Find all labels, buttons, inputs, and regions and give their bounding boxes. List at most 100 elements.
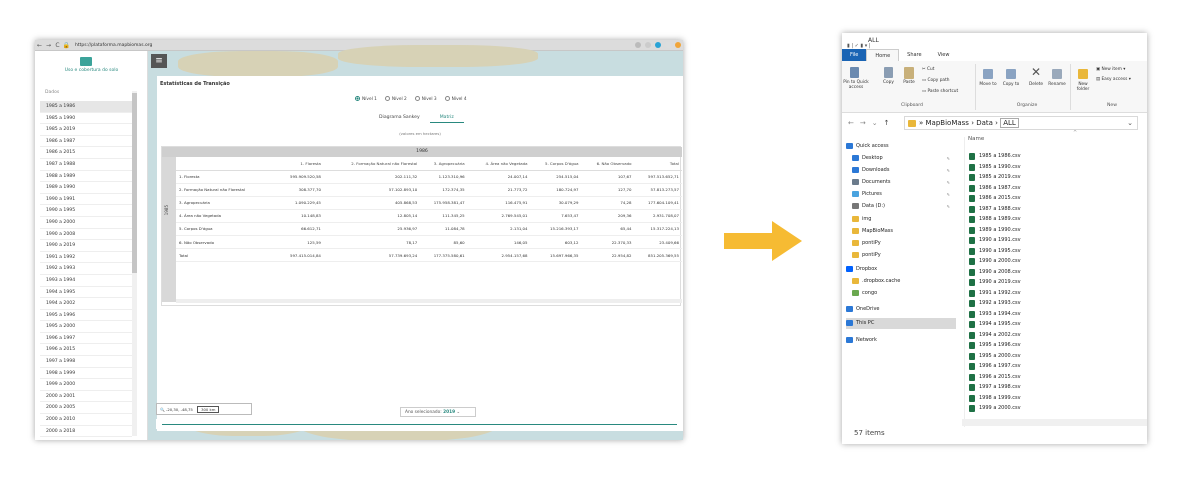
level-radio[interactable]: Nível 2 <box>384 96 407 102</box>
sidebar-item-year[interactable]: 1996 a 2015 <box>40 344 132 357</box>
radio-icon[interactable] <box>444 96 450 101</box>
sidebar-item-year[interactable]: 1994 a 2002 <box>40 298 132 310</box>
translate-icon[interactable] <box>635 42 641 48</box>
back-icon[interactable]: ← <box>35 42 44 49</box>
list-item[interactable]: 1990 a 1995.csv <box>968 246 1138 257</box>
reload-icon[interactable]: C <box>53 42 62 49</box>
list-item[interactable]: 1997 a 1998.csv <box>968 382 1138 393</box>
file-scrollbar[interactable] <box>962 419 1147 426</box>
breadcrumb-item[interactable]: ALL <box>1000 118 1019 128</box>
sidebar-item-year[interactable]: 1985 a 1986 <box>40 101 132 113</box>
radio-icon[interactable] <box>355 96 360 101</box>
forward-icon[interactable]: → <box>44 42 53 49</box>
sidebar-item-year[interactable]: 2000 a 2010 <box>40 414 132 426</box>
nav-item[interactable]: Pictures ✎ <box>846 189 956 200</box>
sidebar-item-year[interactable]: 1994 a 1995 <box>40 287 132 299</box>
address-bar[interactable]: https://plataforma.mapbiomas.org <box>75 43 152 48</box>
list-item[interactable]: 1986 a 2015.csv <box>968 193 1138 204</box>
level-radio[interactable]: Nível 4 <box>444 96 467 102</box>
list-item[interactable]: 1986 a 1987.csv <box>968 183 1138 194</box>
nav-item[interactable]: Downloads ✎ <box>846 165 956 176</box>
sidebar-item-year[interactable]: 1996 a 1997 <box>40 333 132 345</box>
matrix-scrollbar[interactable] <box>176 299 682 303</box>
nav-item[interactable]: Desktop ✎ <box>846 153 956 164</box>
breadcrumb-item[interactable]: Data <box>976 119 993 127</box>
list-item[interactable]: 1996 a 1997.csv <box>968 361 1138 372</box>
radio-icon[interactable] <box>384 96 390 101</box>
list-item[interactable]: 1995 a 1996.csv <box>968 340 1138 351</box>
sidebar-item-year[interactable]: 1997 a 1998 <box>40 356 132 368</box>
list-item[interactable]: 1998 a 1999.csv <box>968 393 1138 404</box>
list-item[interactable]: 1992 a 1993.csv <box>968 298 1138 309</box>
sidebar-item-year[interactable]: 1990 a 2008 <box>40 229 132 241</box>
nav-item[interactable]: Quick access <box>846 141 956 152</box>
sidebar-item-year[interactable]: 1998 a 1999 <box>40 368 132 380</box>
profile-icon[interactable] <box>675 42 681 48</box>
delete-button[interactable]: Delete <box>1026 82 1046 87</box>
copy-to-button[interactable]: Copy to <box>1001 82 1021 87</box>
easy-access-button[interactable]: ▤ Easy access ▾ <box>1096 77 1131 82</box>
paste-button[interactable]: Paste <box>900 80 918 85</box>
breadcrumb[interactable]: » MapBioMass › Data › ALL ⌄ <box>904 116 1138 130</box>
list-item[interactable]: 1985 a 1986.csv <box>968 151 1138 162</box>
search-icon[interactable]: 🔍 <box>160 407 165 412</box>
nav-item[interactable]: Dropbox <box>846 264 956 275</box>
list-item[interactable]: 1987 a 1988.csv <box>968 204 1138 215</box>
cut-button[interactable]: ✂ Cut <box>922 67 934 72</box>
list-item[interactable]: 1994 a 1995.csv <box>968 319 1138 330</box>
paste-shortcut-button[interactable]: ▭ Paste shortcut <box>922 89 958 94</box>
sidebar-item-year[interactable]: 1990 a 2000 <box>40 217 132 229</box>
copy-path-button[interactable]: ▭ Copy path <box>922 78 949 83</box>
move-to-button[interactable]: Move to <box>978 82 998 87</box>
nav-item[interactable]: Documents ✎ <box>846 177 956 188</box>
tab-home[interactable]: Home <box>866 49 900 61</box>
radio-icon[interactable] <box>414 96 420 101</box>
tab-sankey[interactable]: Diagrama Sankey <box>369 113 430 123</box>
nav-item[interactable]: img <box>846 214 956 225</box>
copy-button[interactable]: Copy <box>880 80 897 85</box>
list-item[interactable]: 1990 a 2019.csv <box>968 277 1138 288</box>
sidebar-item-year[interactable]: 1988 a 1989 <box>40 171 132 183</box>
back-icon[interactable]: ← <box>848 119 854 127</box>
tab-matrix[interactable]: Matriz <box>429 113 464 123</box>
sidebar-item-year[interactable]: 1986 a 2015 <box>40 147 132 159</box>
sidebar-item-year[interactable]: 1992 a 1993 <box>40 263 132 275</box>
tab-view[interactable]: View <box>930 49 958 61</box>
list-item[interactable]: 1985 a 2019.csv <box>968 172 1138 183</box>
sidebar-item-year[interactable]: 1993 a 1994 <box>40 275 132 287</box>
year-selector[interactable]: Ano selecionado: 2019 ⌄ <box>400 407 476 417</box>
list-item[interactable]: 1996 a 2015.csv <box>968 372 1138 383</box>
rename-button[interactable]: Rename <box>1046 82 1068 87</box>
nav-item[interactable]: MapBioMass <box>846 226 956 237</box>
menu-button[interactable]: ≡ <box>151 54 167 68</box>
sidebar-item-year[interactable]: 1991 a 1992 <box>40 252 132 264</box>
sidebar-item-year[interactable]: 2000 a 2018 <box>40 426 132 438</box>
sidebar-scrollbar[interactable] <box>132 91 137 436</box>
list-item[interactable]: 1990 a 2008.csv <box>968 267 1138 278</box>
list-item[interactable]: 1999 a 2000.csv <box>968 403 1138 414</box>
list-item[interactable]: 1985 a 1990.csv <box>968 162 1138 173</box>
extension-icon[interactable] <box>655 42 661 48</box>
list-item[interactable]: 1990 a 1991.csv <box>968 235 1138 246</box>
name-column-header[interactable]: ^ Name <box>968 130 1077 142</box>
up-icon[interactable]: ↑ <box>884 119 890 127</box>
nav-item[interactable]: pontiPy <box>846 250 956 261</box>
new-folder-button[interactable]: New folder <box>1072 82 1094 92</box>
extension-icon[interactable] <box>665 42 671 48</box>
list-item[interactable]: 1990 a 2000.csv <box>968 256 1138 267</box>
nav-item[interactable]: congo <box>846 288 956 299</box>
sidebar-item-year[interactable]: 1999 a 2000 <box>40 379 132 391</box>
sidebar-item-year[interactable]: 1995 a 2000 <box>40 321 132 333</box>
level-radio[interactable]: Nível 3 <box>414 96 437 102</box>
sidebar-item-year[interactable]: 2000 a 2005 <box>40 402 132 415</box>
sidebar-item-year[interactable]: 1987 a 1988 <box>40 159 132 171</box>
nav-item[interactable]: .dropbox.cache <box>846 276 956 287</box>
forward-icon[interactable]: → <box>860 119 866 127</box>
tab-share[interactable]: Share <box>899 49 929 61</box>
nav-item[interactable]: This PC <box>846 318 956 329</box>
nav-item[interactable]: Network <box>846 335 956 346</box>
sidebar-item-year[interactable]: 1989 a 1990 <box>40 182 132 194</box>
sidebar-item-year[interactable]: 1990 a 1991 <box>40 194 132 206</box>
recent-icon[interactable]: ⌄ <box>872 119 878 127</box>
sidebar-item-year[interactable]: 1985 a 2019 <box>40 124 132 136</box>
